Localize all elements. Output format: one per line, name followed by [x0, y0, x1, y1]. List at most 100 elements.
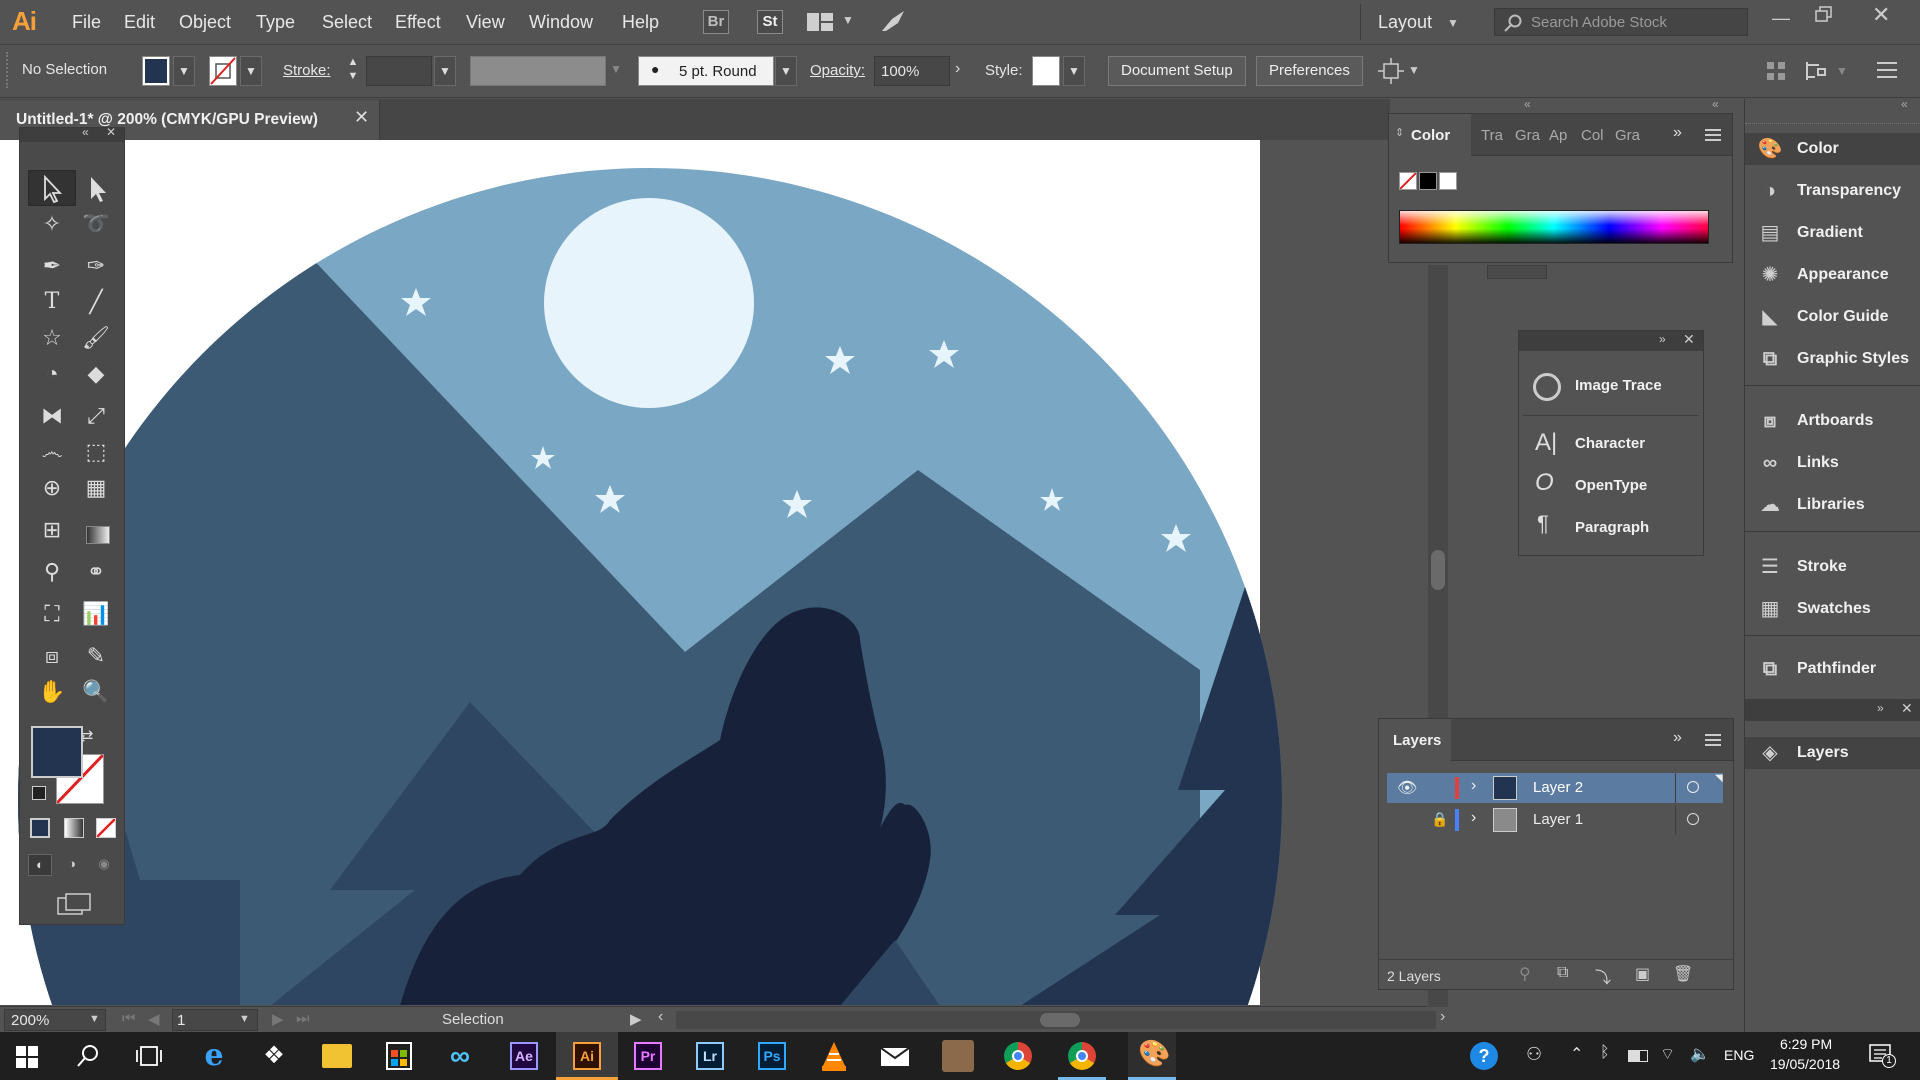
blend-tool-icon[interactable]: ⚭: [76, 556, 116, 588]
create-sublayer-icon[interactable]: ⤵: [1595, 964, 1611, 988]
close-tab-icon[interactable]: ✕: [354, 107, 369, 128]
canvas-area[interactable]: [0, 140, 1427, 1005]
store-icon[interactable]: [386, 1042, 412, 1070]
warp-tool-icon[interactable]: ෴: [32, 436, 72, 468]
battery-icon[interactable]: [1628, 1050, 1648, 1062]
tab-color-guide[interactable]: Col: [1581, 127, 1604, 144]
slice-tool-icon[interactable]: ✎: [76, 640, 116, 672]
tab-transparency[interactable]: Tra: [1481, 127, 1503, 144]
scale-tool-icon[interactable]: ⤢: [76, 400, 116, 432]
selection-tool-icon[interactable]: [38, 174, 68, 204]
collapse-dock-icon[interactable]: «: [1901, 97, 1908, 111]
draw-normal-icon[interactable]: ◐: [28, 854, 52, 876]
opacity-label[interactable]: Opacity:: [810, 62, 865, 79]
collapse-panels-icon-2[interactable]: «: [1712, 97, 1719, 111]
after-effects-icon[interactable]: Ae: [510, 1042, 538, 1070]
type-tool-icon[interactable]: T: [32, 286, 72, 318]
chevron-down-icon[interactable]: ▼: [1447, 16, 1459, 30]
arrange-documents-icon[interactable]: [806, 11, 834, 33]
paintbrush-tool-icon[interactable]: 🖌: [76, 322, 116, 354]
bluetooth-icon[interactable]: ᛒ: [1600, 1044, 1610, 1062]
perspective-grid-tool-icon[interactable]: ▦: [76, 472, 116, 504]
layer-row-layer-2[interactable]: 👁 › Layer 2 ◥: [1387, 773, 1723, 803]
lightroom-icon[interactable]: Lr: [696, 1042, 724, 1070]
floating-panel-header[interactable]: » ✕: [1519, 331, 1703, 351]
dock-item-appearance[interactable]: ✺ Appearance: [1745, 259, 1920, 291]
menu-object[interactable]: Object: [179, 12, 231, 33]
dock-item-color-guide[interactable]: ◣ Color Guide: [1745, 301, 1920, 333]
document-setup-button[interactable]: Document Setup: [1108, 56, 1246, 86]
brush-definition[interactable]: ● 5 pt. Round: [638, 56, 774, 86]
restore-icon[interactable]: [1815, 6, 1833, 22]
layer-row-layer-1[interactable]: 🔒 › Layer 1: [1387, 805, 1723, 835]
search-icon[interactable]: [76, 1044, 100, 1068]
line-segment-tool-icon[interactable]: ╱: [76, 286, 116, 318]
stroke-dropdown[interactable]: ▼: [240, 56, 262, 86]
zoom-tool-icon[interactable]: 🔍: [76, 676, 116, 708]
magic-wand-tool-icon[interactable]: ✧: [32, 208, 72, 240]
tab-graphic-styles[interactable]: Gra: [1615, 127, 1640, 144]
scroll-right-icon[interactable]: ›: [1440, 1008, 1445, 1026]
wifi-icon[interactable]: ⌔: [1660, 1044, 1675, 1064]
eyedropper-tool-icon[interactable]: ⚲: [32, 556, 72, 588]
volume-icon[interactable]: 🔈: [1690, 1044, 1710, 1064]
chevron-up-icon[interactable]: ⌃: [1570, 1044, 1583, 1064]
screen-mode-icon[interactable]: [56, 892, 92, 916]
chevron-down-icon[interactable]: ▼: [89, 1013, 100, 1025]
minimize-icon[interactable]: —: [1772, 8, 1790, 29]
dropbox-icon[interactable]: ❖: [250, 1036, 298, 1076]
dock-item-links[interactable]: ∞ Links: [1745, 447, 1920, 479]
dock-item-artboards[interactable]: ⧈ Artboards: [1745, 405, 1920, 437]
tab-color[interactable]: ⇕ Color: [1389, 114, 1471, 156]
collapse-panels-icon[interactable]: «: [1524, 97, 1531, 111]
curvature-tool-icon[interactable]: ✑: [76, 250, 116, 282]
chevron-right-icon[interactable]: ›: [1471, 809, 1476, 827]
chevron-right-icon[interactable]: ›: [1471, 777, 1476, 795]
tab-gradient[interactable]: Gra: [1515, 127, 1540, 144]
notifications-icon[interactable]: 1: [1868, 1042, 1896, 1068]
zoom-field[interactable]: 200% ▼: [4, 1009, 106, 1031]
grip-handle[interactable]: [1745, 123, 1920, 124]
isolate-icon[interactable]: [1804, 59, 1828, 83]
direct-selection-tool-icon[interactable]: [84, 174, 114, 204]
paint-app-taskbar[interactable]: 🎨: [1128, 1032, 1176, 1080]
gradient-tool-icon[interactable]: [86, 526, 110, 544]
transform-icon[interactable]: [1765, 60, 1787, 82]
clock-date[interactable]: 19/05/2018: [1770, 1056, 1840, 1072]
menu-file[interactable]: File: [72, 12, 101, 33]
fill-swatch[interactable]: [142, 56, 170, 86]
menu-type[interactable]: Type: [256, 12, 295, 33]
chevron-down-icon[interactable]: ▼: [842, 13, 854, 27]
menu-select[interactable]: Select: [322, 12, 372, 33]
scroll-left-icon[interactable]: ‹: [658, 1008, 663, 1026]
reflect-tool-icon[interactable]: ⧓: [32, 400, 72, 432]
previous-artboard-icon[interactable]: ◀: [148, 1010, 160, 1028]
opentype-item[interactable]: O OpenType: [1519, 467, 1703, 503]
dock-item-swatches[interactable]: ▦ Swatches: [1745, 593, 1920, 625]
premiere-icon[interactable]: Pr: [634, 1042, 662, 1070]
character-item[interactable]: A| Character: [1519, 425, 1703, 461]
brush-dropdown[interactable]: ▼: [775, 56, 797, 86]
eye-icon[interactable]: 👁: [1397, 778, 1417, 798]
white-swatch[interactable]: [1439, 172, 1457, 190]
infinity-app-icon[interactable]: ∞: [436, 1036, 484, 1076]
tools-panel-header[interactable]: « ✕: [20, 125, 124, 142]
style-dropdown[interactable]: ▼: [1063, 56, 1085, 86]
star-tool-icon[interactable]: ☆: [32, 322, 72, 354]
dock-item-color[interactable]: 🎨 Color: [1745, 133, 1920, 165]
task-view-icon[interactable]: [136, 1044, 162, 1068]
menu-view[interactable]: View: [466, 12, 505, 33]
people-icon[interactable]: ⚇: [1526, 1044, 1542, 1065]
dock-item-gradient[interactable]: ▤ Gradient: [1745, 217, 1920, 249]
create-layer-icon[interactable]: ▣: [1635, 964, 1650, 984]
column-graph-tool-icon[interactable]: 📊: [76, 598, 116, 630]
fill-dropdown[interactable]: ▼: [173, 56, 195, 86]
stroke-weight-input[interactable]: [366, 56, 432, 86]
hand-tool-icon[interactable]: ✋: [32, 676, 72, 708]
stroke-swatch[interactable]: [209, 56, 237, 86]
shape-builder-tool-icon[interactable]: ⊕: [32, 472, 72, 504]
color-mode-icon[interactable]: [30, 818, 50, 838]
none-swatch[interactable]: [1399, 172, 1417, 190]
gradient-mode-icon[interactable]: [64, 818, 84, 838]
dock-item-transparency[interactable]: ◑ Transparency: [1745, 175, 1920, 207]
